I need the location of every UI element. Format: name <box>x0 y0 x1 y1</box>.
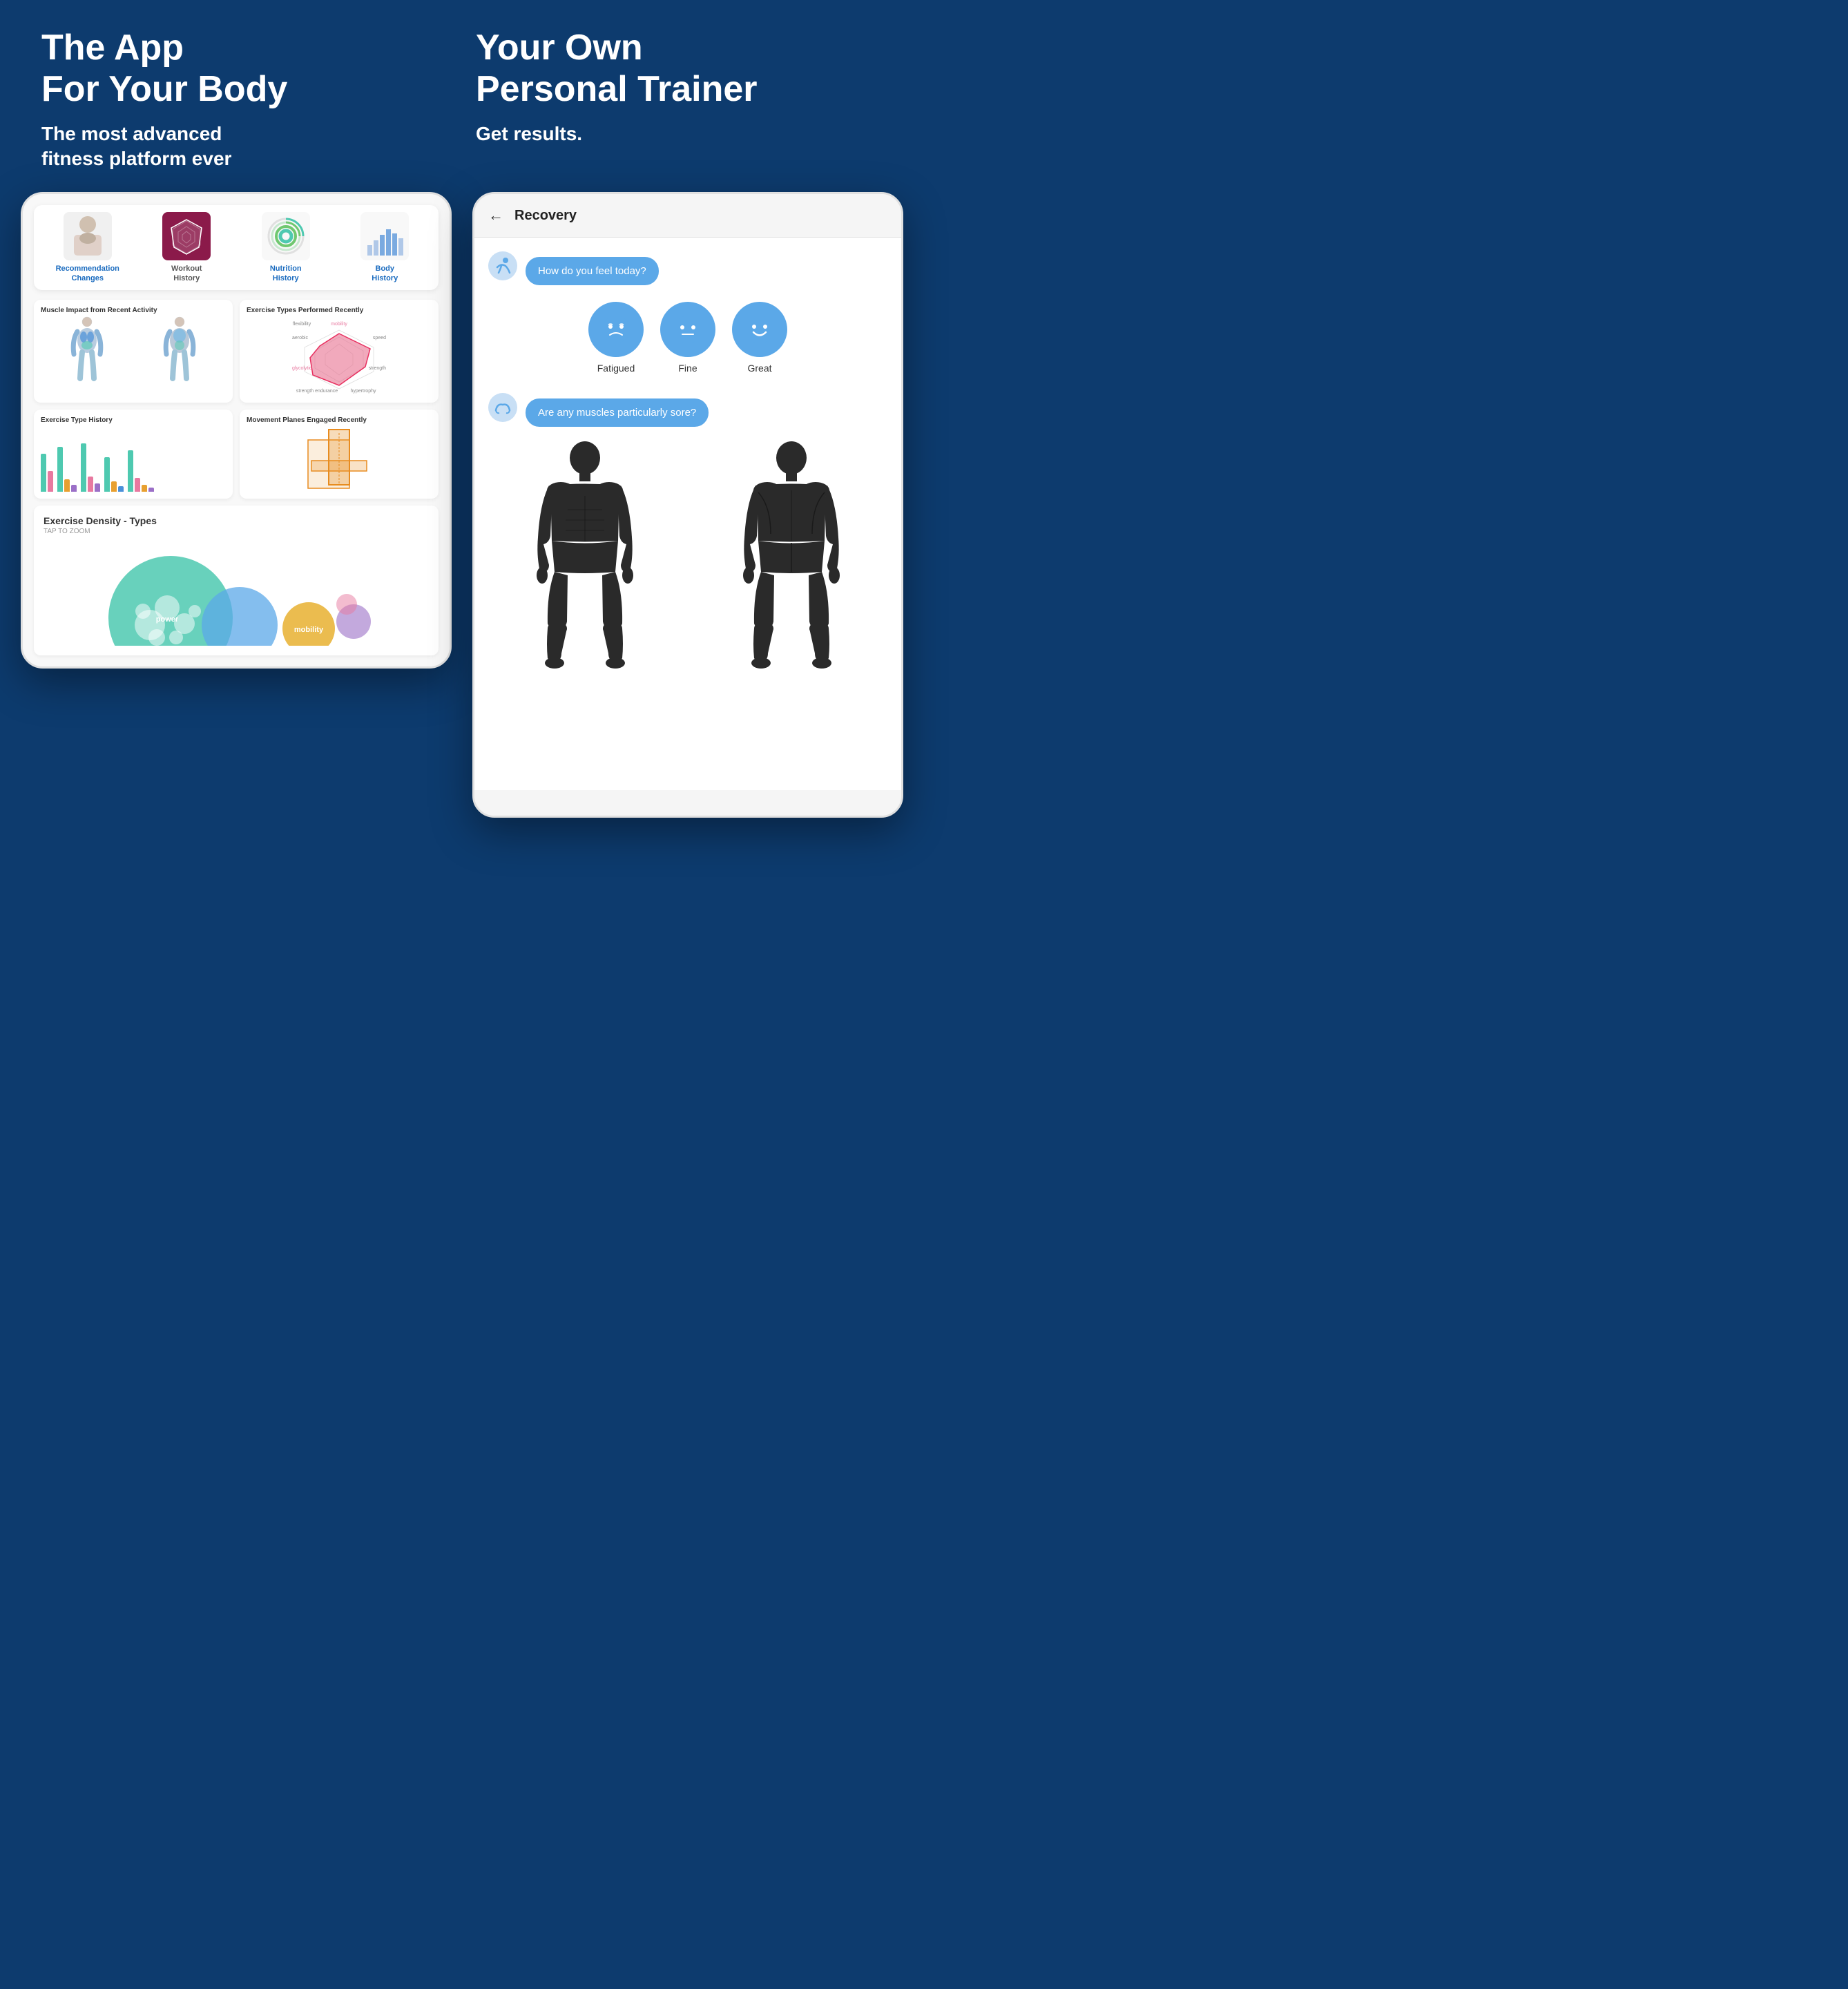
bar <box>95 483 100 492</box>
feeling-circle-great <box>732 302 787 357</box>
recovery-title: Recovery <box>514 208 577 224</box>
tab-label-body: BodyHistory <box>372 265 398 282</box>
svg-text:strength endurance: strength endurance <box>296 389 338 394</box>
tab-label-recommendation: RecommendationChanges <box>56 265 119 282</box>
svg-text:aerobic: aerobic <box>292 336 308 340</box>
phones-section: RecommendationChanges <box>0 192 924 818</box>
svg-text:strength: strength <box>369 366 386 371</box>
bar <box>81 443 86 492</box>
left-title: The AppFor Your Body <box>41 28 448 110</box>
muscle-chart-area <box>41 320 226 389</box>
tab-label-workout: WorkoutHistory <box>171 265 202 282</box>
svg-text:hypertrophy: hypertrophy <box>351 389 376 394</box>
recovery-body: How do you feel today? <box>474 238 901 790</box>
movement-planes-card: Movement Planes Engaged Recently <box>240 410 439 499</box>
muscle-impact-title: Muscle Impact from Recent Activity <box>41 307 226 314</box>
feeling-options: Fatigued <box>488 302 887 374</box>
feeling-label-great: Great <box>747 363 771 374</box>
svg-text:mobility: mobility <box>331 322 347 327</box>
bar <box>104 457 110 492</box>
right-title: Your OwnPersonal Trainer <box>476 28 883 110</box>
svg-text:mobility: mobility <box>294 626 324 634</box>
bar-group-3 <box>81 443 100 492</box>
movement-planes-title: Movement Planes Engaged Recently <box>247 416 432 424</box>
bar <box>57 447 63 492</box>
body-model-front <box>488 441 681 675</box>
feeling-circle-fine <box>660 302 715 357</box>
bar <box>88 477 93 492</box>
header-section: The AppFor Your Body The most advancedfi… <box>0 0 924 192</box>
exercise-types-card: Exercise Types Performed Recently mobili… <box>240 300 439 403</box>
tab-recommendation[interactable]: RecommendationChanges <box>41 212 135 282</box>
bar-group-1 <box>41 454 53 492</box>
density-subtitle: TAP TO ZOOM <box>44 528 429 535</box>
svg-text:glycolytic: glycolytic <box>292 366 312 371</box>
page-container: The AppFor Your Body The most advancedfi… <box>0 0 924 818</box>
chat-avatar-2 <box>488 393 517 422</box>
bar <box>41 454 46 492</box>
bar <box>64 479 70 492</box>
exercise-types-title: Exercise Types Performed Recently <box>247 307 432 314</box>
feeling-great[interactable]: Great <box>732 302 787 374</box>
question-bubble-1: How do you feel today? <box>526 257 659 285</box>
bar-chart-area <box>41 430 226 492</box>
bar-group-5 <box>128 450 154 492</box>
recovery-header: ← Recovery <box>474 194 901 238</box>
tab-icon-body <box>360 212 409 260</box>
bar <box>142 485 147 492</box>
feeling-circle-fatigued <box>588 302 644 357</box>
density-card: Exercise Density - Types TAP TO ZOOM <box>34 506 439 655</box>
charts-grid: Muscle Impact from Recent Activity <box>34 300 439 499</box>
tabs-row: RecommendationChanges <box>34 205 439 289</box>
exercise-history-card: Exercise Type History <box>34 410 233 499</box>
density-title: Exercise Density - Types <box>44 515 429 526</box>
radar-area: mobility speed strength hypertrophy stre… <box>247 320 432 396</box>
body-models <box>488 441 887 675</box>
muscle-impact-card: Muscle Impact from Recent Activity <box>34 300 233 403</box>
tab-icon-nutrition <box>262 212 310 260</box>
chat-row-2: Are any muscles particularly sore? <box>488 393 887 427</box>
movement-area <box>247 430 432 492</box>
bar-group-4 <box>104 457 124 492</box>
tab-icon-workout <box>162 212 211 260</box>
header-right: Your OwnPersonal Trainer Get results. <box>462 28 896 171</box>
tab-label-nutrition: NutritionHistory <box>270 265 302 282</box>
body-model-back <box>695 441 887 675</box>
svg-text:speed: speed <box>373 336 386 340</box>
left-subtitle: The most advancedfitness platform ever <box>41 122 448 172</box>
feeling-fine[interactable]: Fine <box>660 302 715 374</box>
back-button[interactable]: ← <box>488 206 503 224</box>
right-subtitle: Get results. <box>476 122 883 146</box>
tab-nutrition[interactable]: NutritionHistory <box>239 212 333 282</box>
density-chart-area[interactable]: power mobility <box>44 542 429 646</box>
feeling-label-fine: Fine <box>678 363 697 374</box>
bar <box>118 486 124 492</box>
feeling-label-fatigued: Fatigued <box>597 363 635 374</box>
left-phone-content: RecommendationChanges <box>23 194 450 666</box>
left-phone: RecommendationChanges <box>21 192 452 668</box>
header-left: The AppFor Your Body The most advancedfi… <box>28 28 462 171</box>
tab-workout[interactable]: WorkoutHistory <box>140 212 234 282</box>
bar <box>111 481 117 492</box>
bar-group-2 <box>57 447 77 492</box>
bar <box>135 478 140 492</box>
bar <box>71 485 77 492</box>
exercise-history-title: Exercise Type History <box>41 416 226 424</box>
tab-body[interactable]: BodyHistory <box>338 212 432 282</box>
bar <box>48 471 53 492</box>
chat-avatar-1 <box>488 251 517 280</box>
chat-row-1: How do you feel today? <box>488 251 887 285</box>
svg-text:power: power <box>156 615 179 624</box>
tab-icon-recommendation <box>64 212 112 260</box>
feeling-fatigued[interactable]: Fatigued <box>588 302 644 374</box>
bar <box>128 450 133 492</box>
bar <box>148 488 154 492</box>
svg-text:flexibility: flexibility <box>293 322 311 327</box>
right-phone: ← Recovery <box>472 192 903 818</box>
right-phone-content: ← Recovery <box>474 194 901 816</box>
question-bubble-2: Are any muscles particularly sore? <box>526 398 709 427</box>
